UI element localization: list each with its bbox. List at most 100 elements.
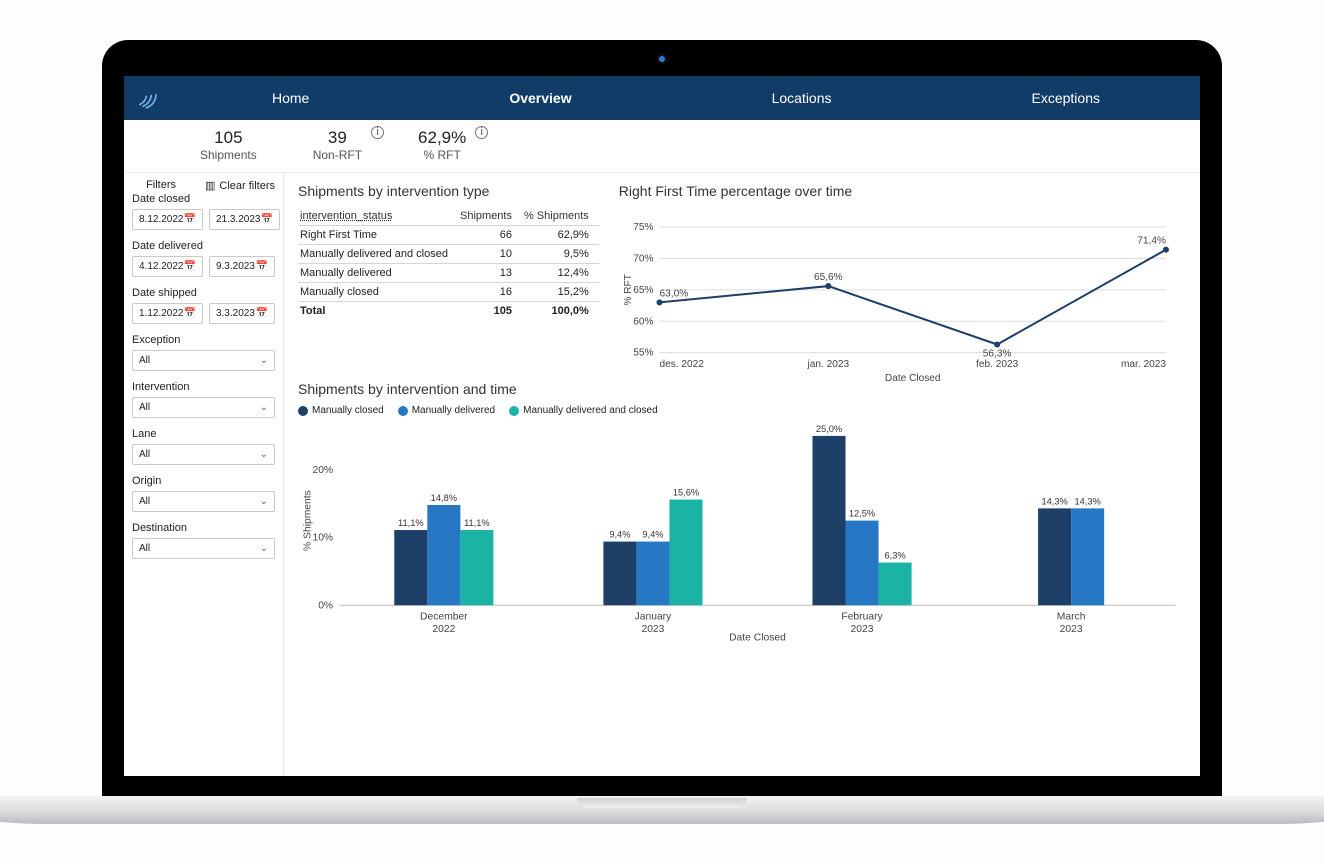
calendar-icon: 📅 xyxy=(184,308,196,319)
svg-text:jan. 2023: jan. 2023 xyxy=(806,359,849,370)
kpi-shipments-value: 105 xyxy=(200,128,257,148)
svg-text:10%: 10% xyxy=(312,533,333,544)
svg-text:% RFT: % RFT xyxy=(623,274,634,305)
date-shipped-from[interactable]: 1.12.2022📅 xyxy=(132,303,203,324)
svg-text:9,4%: 9,4% xyxy=(609,529,630,539)
lane-select[interactable]: All⌄ xyxy=(132,444,275,465)
date-closed-from[interactable]: 8.12.2022📅 xyxy=(132,209,203,230)
calendar-icon: 📅 xyxy=(256,261,268,272)
intervention-bar-chart[interactable]: 0% 10% 20% 11,1% 14,8% 11,1% December2022 9,4% 9… xyxy=(298,424,1186,644)
legend-manually-closed[interactable]: Manually closed xyxy=(298,405,384,416)
kpi-pctrft-value: 62,9% xyxy=(418,128,466,148)
exception-select[interactable]: All⌄ xyxy=(132,350,275,371)
date-shipped-to[interactable]: 3.3.2023📅 xyxy=(209,303,275,324)
svg-text:15,6%: 15,6% xyxy=(673,487,699,497)
intervention-table: intervention_status Shipments % Shipment… xyxy=(298,207,599,320)
nav-exceptions[interactable]: Exceptions xyxy=(1018,80,1114,116)
kpi-pctrft-label: % RFT xyxy=(418,148,466,162)
svg-text:63,0%: 63,0% xyxy=(659,288,688,299)
svg-text:2023: 2023 xyxy=(1060,624,1083,635)
date-shipped-label: Date shipped xyxy=(132,287,275,299)
svg-text:20%: 20% xyxy=(312,465,333,476)
svg-text:2023: 2023 xyxy=(641,624,664,635)
svg-text:65%: 65% xyxy=(633,285,653,296)
origin-select[interactable]: All⌄ xyxy=(132,491,275,512)
svg-text:11,1%: 11,1% xyxy=(464,518,490,528)
clear-filters-label: Clear filters xyxy=(219,180,275,192)
intervention-label: Intervention xyxy=(132,381,275,393)
svg-text:70%: 70% xyxy=(633,253,653,264)
bar-legend: Manually closed Manually delivered Manua… xyxy=(298,405,1186,416)
exception-label: Exception xyxy=(132,334,275,346)
svg-text:January: January xyxy=(635,612,673,623)
col-pct[interactable]: % Shipments xyxy=(522,207,599,226)
info-icon[interactable]: i xyxy=(475,126,488,139)
lane-label: Lane xyxy=(132,428,275,440)
date-closed-to[interactable]: 21.3.2023📅 xyxy=(209,209,280,230)
svg-text:March: March xyxy=(1057,612,1086,623)
app-logo xyxy=(124,85,172,111)
nav-overview[interactable]: Overview xyxy=(495,80,585,116)
date-delivered-from[interactable]: 4.12.2022📅 xyxy=(132,256,203,277)
col-shipments[interactable]: Shipments xyxy=(458,207,522,226)
nav-locations[interactable]: Locations xyxy=(758,80,846,116)
destination-select[interactable]: All⌄ xyxy=(132,538,275,559)
info-icon[interactable]: i xyxy=(371,126,384,139)
calendar-icon: 📅 xyxy=(256,308,268,319)
chevron-down-icon: ⌄ xyxy=(260,449,268,460)
filters-sidebar: Filters Date closed ▥ Clear filters 8.12… xyxy=(124,173,284,776)
origin-label: Origin xyxy=(132,475,275,487)
kpi-shipments: 105 Shipments xyxy=(172,120,285,172)
calendar-icon: 📅 xyxy=(260,214,272,225)
app-viewport: Home Overview Locations Exceptions 105 S… xyxy=(124,76,1200,776)
nav-home[interactable]: Home xyxy=(258,80,323,116)
calendar-icon: 📅 xyxy=(184,261,196,272)
svg-text:71,4%: 71,4% xyxy=(1137,236,1166,247)
filters-title: Filters xyxy=(132,179,190,191)
table-row[interactable]: Manually delivered1312,4% xyxy=(298,264,599,283)
svg-text:14,3%: 14,3% xyxy=(1041,496,1067,506)
svg-text:February: February xyxy=(841,612,883,623)
svg-text:14,8%: 14,8% xyxy=(431,493,457,503)
date-closed-label: Date closed xyxy=(132,193,190,205)
svg-text:9,4%: 9,4% xyxy=(642,529,663,539)
svg-text:25,0%: 25,0% xyxy=(816,424,842,434)
legend-manually-delivered-closed[interactable]: Manually delivered and closed xyxy=(509,405,658,416)
kpi-row: 105 Shipments i 39 Non-RFT i 62,9% % RFT xyxy=(124,120,1200,173)
table-total-row: Total105100,0% xyxy=(298,302,599,321)
top-nav: Home Overview Locations Exceptions xyxy=(124,76,1200,120)
laptop-base xyxy=(0,796,1324,824)
eraser-icon: ▥ xyxy=(205,179,215,192)
svg-text:December: December xyxy=(420,612,468,623)
rft-line-chart-panel: Right First Time percentage over time 55… xyxy=(619,181,1186,371)
chevron-down-icon: ⌄ xyxy=(260,355,268,366)
chevron-down-icon: ⌄ xyxy=(260,543,268,554)
kpi-nonrft: i 39 Non-RFT xyxy=(285,120,390,172)
svg-text:6,3%: 6,3% xyxy=(884,550,905,560)
clear-filters-button[interactable]: ▥ Clear filters xyxy=(205,179,275,192)
date-delivered-label: Date delivered xyxy=(132,240,275,252)
col-intervention[interactable]: intervention_status xyxy=(298,207,458,226)
intervention-select[interactable]: All⌄ xyxy=(132,397,275,418)
date-delivered-to[interactable]: 9.3.2023📅 xyxy=(209,256,275,277)
svg-text:12,5%: 12,5% xyxy=(849,508,875,518)
svg-text:11,1%: 11,1% xyxy=(398,518,424,528)
camera-icon xyxy=(657,54,667,64)
kpi-pctrft: i 62,9% % RFT xyxy=(390,120,494,172)
intervention-table-panel: Shipments by intervention type intervent… xyxy=(298,181,599,371)
svg-text:60%: 60% xyxy=(633,316,653,327)
table-row[interactable]: Manually closed1615,2% xyxy=(298,283,599,302)
kpi-nonrft-value: 39 xyxy=(313,128,362,148)
svg-text:75%: 75% xyxy=(633,222,653,233)
svg-text:2022: 2022 xyxy=(432,624,455,635)
svg-text:feb. 2023: feb. 2023 xyxy=(976,359,1019,370)
kpi-shipments-label: Shipments xyxy=(200,148,257,162)
svg-text:65,6%: 65,6% xyxy=(814,272,843,283)
table-row[interactable]: Manually delivered and closed109,5% xyxy=(298,245,599,264)
svg-text:mar. 2023: mar. 2023 xyxy=(1121,359,1166,370)
calendar-icon: 📅 xyxy=(184,214,196,225)
table-row[interactable]: Right First Time6662,9% xyxy=(298,226,599,245)
rft-line-chart[interactable]: 55%60%65%70%75%63,0%des. 202265,6%jan. 2… xyxy=(619,207,1186,397)
svg-text:0%: 0% xyxy=(318,600,333,611)
legend-manually-delivered[interactable]: Manually delivered xyxy=(398,405,495,416)
